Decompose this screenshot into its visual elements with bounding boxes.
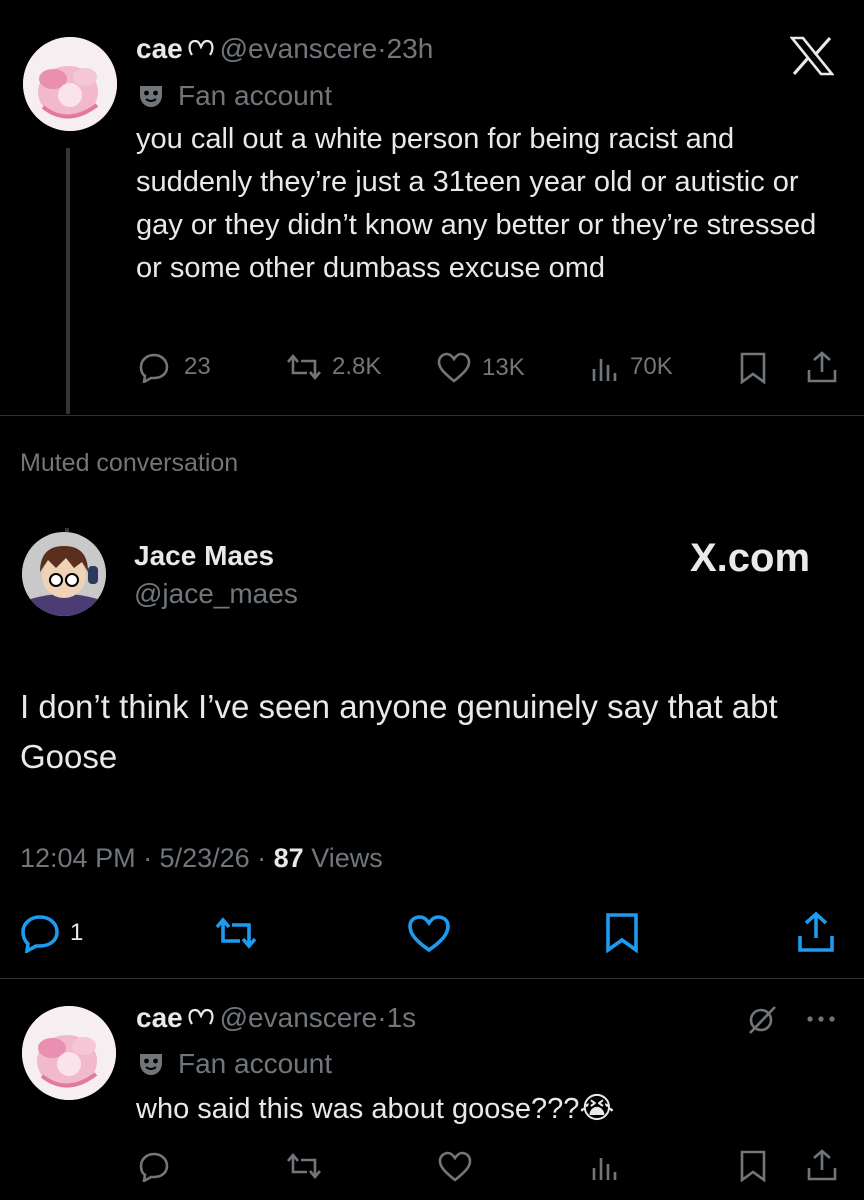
separator-dot: · [377,33,387,64]
reply-icon [138,1150,170,1182]
reply-button[interactable]: 1 [20,913,83,953]
avatar-image [22,532,106,616]
repost-button[interactable]: 2.8K [284,351,381,383]
share-icon [796,910,836,954]
repost-button[interactable] [212,913,260,953]
bookmark-icon [604,912,640,954]
mute-button[interactable] [746,1004,778,1036]
muted-conversation-label: Muted conversation [20,449,239,477]
separator-dot: · [377,1002,387,1033]
views-label: Views [303,843,383,873]
main-tweet-header: Jace Maes @jace_maes [134,540,298,610]
reply-icon [138,351,170,383]
bookmark-icon [739,352,767,384]
fan-account-label: Fan account [138,80,332,112]
mask-icon [138,83,164,109]
thread-line [66,148,70,414]
handle[interactable]: @evanscere [220,1002,378,1033]
x-logo-icon [790,36,834,76]
display-name[interactable]: Jace Maes [134,540,298,572]
repost-button[interactable] [284,1150,324,1182]
tweet1-header: cae @evanscere·23h [136,33,433,65]
avatar-cae[interactable] [22,1006,116,1100]
reply-count: 1 [70,919,84,946]
reply-header: cae @evanscere·1s [136,1002,416,1034]
repost-count: 2.8K [332,353,382,380]
handle[interactable]: @evanscere [220,33,378,64]
timestamp[interactable]: 12:04 PM · 5/23/26 · [20,843,274,873]
bookmark-button[interactable] [604,912,640,954]
reply-count: 23 [184,353,211,380]
divider [0,415,864,416]
share-icon [806,350,838,384]
reply-text: who said this was about goose???😭 [136,1087,614,1131]
crying-emoji: 😭 [579,1092,615,1125]
bookmark-button[interactable] [739,352,767,384]
repost-icon [284,1150,324,1182]
share-button[interactable] [806,350,838,384]
divider [0,978,864,979]
handle[interactable]: @jace_maes [134,578,298,610]
reply-button[interactable] [138,1150,170,1182]
share-icon [806,1148,838,1182]
heart-outline-icon [187,35,215,61]
display-name[interactable]: cae [136,1002,183,1033]
views-count: 87 [273,843,304,873]
views-count: 70K [630,353,673,380]
bookmark-icon [739,1150,767,1182]
like-icon [436,352,472,384]
label-text: Fan account [178,1048,333,1079]
like-icon [437,1151,473,1183]
more-icon [806,1014,836,1024]
reply-button[interactable]: 23 [138,351,211,383]
like-icon [406,914,452,954]
share-button[interactable] [796,910,836,954]
views-icon [590,351,620,383]
tweet-meta: 12:04 PM · 5/23/26 · 87 Views [20,843,383,874]
avatar-image [23,37,117,131]
label-text: Fan account [178,80,333,111]
repost-icon [212,913,260,953]
share-button[interactable] [806,1148,838,1182]
mask-icon [138,1051,164,1077]
avatar-jace[interactable] [22,532,106,616]
avatar-cae[interactable] [23,37,117,131]
more-button[interactable] [806,1014,836,1024]
like-button[interactable]: 13K [436,352,525,384]
timestamp[interactable]: 1s [387,1002,417,1033]
views-icon [590,1150,620,1182]
bookmark-button[interactable] [739,1150,767,1182]
like-button[interactable] [437,1151,473,1183]
avatar-image [22,1006,116,1100]
heart-outline-icon [187,1004,215,1030]
tweet1-text: you call out a white person for being ra… [136,123,817,284]
repost-icon [284,351,324,383]
like-count: 13K [482,354,525,381]
views-button[interactable]: 70K [590,351,673,383]
like-button[interactable] [406,914,452,954]
mute-icon [746,1004,778,1036]
xcom-watermark: X.com [690,536,811,580]
views-button[interactable] [590,1150,620,1182]
reply-text-content: who said this was about goose??? [136,1093,580,1125]
timestamp[interactable]: 23h [387,33,434,64]
main-tweet-text: I don’t think I’ve seen anyone genuinely… [20,688,778,775]
reply-icon [20,913,60,953]
display-name[interactable]: cae [136,33,183,64]
fan-account-label: Fan account [138,1048,332,1080]
